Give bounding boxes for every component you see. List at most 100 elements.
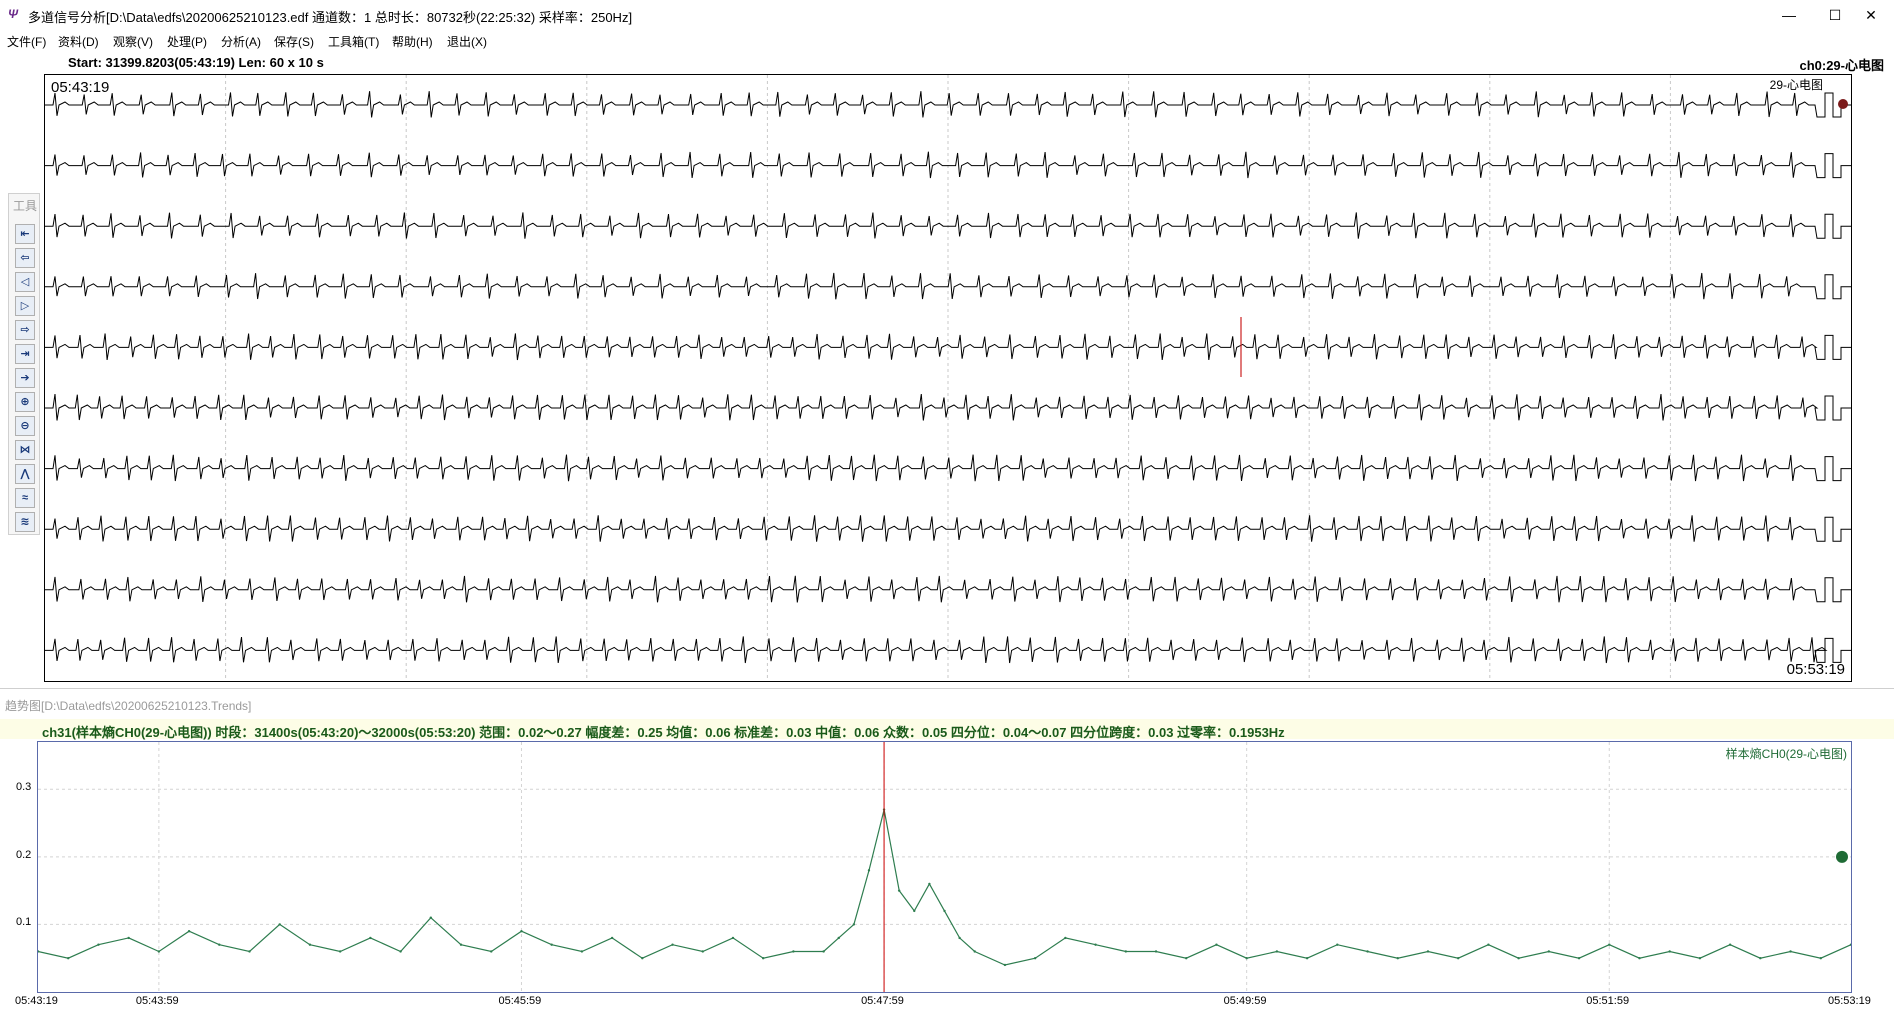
amplify-icon[interactable]: ≈ — [15, 488, 35, 508]
step-forward-icon[interactable]: ▷ — [15, 296, 35, 316]
trend-data-point — [762, 957, 765, 960]
ecg-trace-row — [45, 272, 1851, 300]
last-page-icon[interactable]: ➔ — [15, 368, 35, 388]
trend-series-label: 样本熵CH0(29-心电图) — [1725, 747, 1847, 761]
menu-help[interactable]: 帮助(H) — [392, 33, 433, 50]
trend-data-point — [1668, 950, 1671, 953]
trend-data-point — [1426, 950, 1430, 953]
zoom-in-icon[interactable]: ⊕ — [15, 392, 35, 412]
x-tick-label: 05:45:59 — [498, 995, 542, 1007]
trend-stats-text: ch31(样本熵CH0(29-心电图)) 时段：31400s(05:43:20)… — [42, 725, 1285, 740]
trend-data-point — [943, 909, 946, 913]
trend-chart-panel[interactable]: 样本熵CH0(29-心电图) — [37, 741, 1852, 993]
toolbox-title: 工具 — [13, 199, 38, 213]
trend-stats-bar: ch31(样本熵CH0(29-心电图)) 时段：31400s(05:43:20)… — [0, 719, 1894, 740]
trend-data-point — [1608, 943, 1611, 946]
trend-data-point — [1305, 957, 1309, 960]
trend-data-point — [1185, 957, 1188, 960]
menu-save[interactable]: 保存(S) — [274, 33, 314, 50]
ecg-end-time: 05:53:19 — [1786, 661, 1845, 678]
ecg-channel-label: 29-心电图 — [1769, 78, 1823, 92]
trend-data-point — [1728, 943, 1732, 946]
trend-chart[interactable] — [38, 742, 1851, 992]
trend-data-point — [97, 943, 100, 946]
compress-icon[interactable]: ⋈ — [15, 440, 35, 460]
y-tick-label: 0.1 — [16, 916, 32, 929]
menu-file[interactable]: 文件(F) — [7, 33, 46, 50]
trend-data-point — [1275, 950, 1279, 953]
next-page-icon[interactable]: ⇨ — [15, 320, 35, 340]
menu-data[interactable]: 资料(D) — [58, 33, 99, 50]
trend-data-point — [248, 950, 251, 953]
x-tick-label: 05:43:19 — [15, 995, 58, 1007]
x-tick-label: 05:47:59 — [861, 995, 904, 1007]
minimize-button[interactable]: — — [1766, 3, 1812, 27]
trend-data-point — [1456, 957, 1460, 960]
toolbox-panel: 工具 ⇤ ⇦ ◁ ▷ ⇨ ⇥ ➔ ⊕ ⊖ ⋈ ⋀ ≈ ≋ — [8, 193, 40, 535]
trend-data-point — [913, 909, 916, 913]
trend-data-point — [1547, 950, 1551, 953]
trend-data-point — [1124, 950, 1128, 953]
trend-data-point — [973, 950, 976, 953]
panel-divider[interactable] — [0, 688, 1894, 689]
trend-data-point — [278, 923, 281, 926]
trend-data-point — [897, 889, 901, 892]
trend-data-point — [429, 916, 433, 919]
ecg-channel-info: ch0:29-心电图 — [1799, 58, 1884, 73]
trend-data-point — [1064, 936, 1067, 940]
trend-end-marker — [1836, 850, 1848, 863]
trend-data-point — [1094, 943, 1097, 946]
trend-data-point — [187, 929, 191, 933]
ecg-start-time: 05:43:19 — [51, 79, 110, 96]
trend-data-point — [1366, 950, 1369, 953]
trend-data-point — [1336, 943, 1339, 946]
trend-data-point — [520, 929, 523, 933]
zoom-out-icon[interactable]: ⊖ — [15, 416, 35, 436]
trend-data-point — [1789, 950, 1792, 953]
trend-data-point — [1759, 957, 1762, 960]
trend-data-point — [837, 936, 840, 940]
filter-icon[interactable]: ≋ — [15, 512, 35, 532]
x-tick-label: 05:51:59 — [1586, 995, 1630, 1007]
trend-data-point — [369, 936, 372, 940]
ecg-start-info: Start: 31399.8203(05:43:19) Len: 60 x 10… — [68, 55, 324, 70]
trend-data-point — [550, 943, 553, 946]
trend-title: 趋势图[D:\Data\edfs\20200625210123.Trends] — [5, 699, 252, 713]
menu-process[interactable]: 处理(P) — [167, 33, 207, 50]
prev-page-icon[interactable]: ⇦ — [15, 248, 35, 268]
ecg-waveform-canvas[interactable] — [45, 75, 1851, 681]
menu-bar: 文件(F) 资料(D) 观察(V) 处理(P) 分析(A) 保存(S) 工具箱(… — [0, 30, 1894, 52]
menu-toolbox[interactable]: 工具箱(T) — [328, 33, 379, 50]
trend-data-point — [671, 943, 674, 946]
trend-data-point — [1517, 957, 1520, 960]
trend-data-point — [610, 936, 614, 940]
menu-analyze[interactable]: 分析(A) — [221, 33, 261, 50]
trend-data-point — [1396, 957, 1399, 960]
trend-data-point — [1215, 943, 1218, 946]
trend-series-line — [38, 809, 1851, 966]
trend-data-point — [1003, 963, 1007, 967]
trend-data-point — [1033, 957, 1037, 960]
trend-data-point — [67, 957, 70, 960]
peak-icon[interactable]: ⋀ — [15, 464, 35, 484]
trend-data-point — [958, 936, 961, 940]
x-tick-label: 05:53:19 — [1828, 995, 1871, 1007]
menu-view[interactable]: 观察(V) — [113, 33, 153, 50]
forward-page-icon[interactable]: ⇥ — [15, 344, 35, 364]
y-tick-label: 0.2 — [16, 848, 32, 861]
ecg-cursor-dot — [1838, 99, 1848, 109]
trend-data-point — [1638, 957, 1641, 960]
trend-data-point — [852, 923, 856, 926]
trend-data-point — [731, 936, 735, 940]
ecg-waveform-panel[interactable]: 05:43:19 29-心电图 05:53:19 — [44, 74, 1852, 682]
x-tick-label: 05:43:59 — [135, 995, 179, 1007]
close-button[interactable]: ✕ — [1848, 3, 1894, 27]
trend-data-point — [308, 943, 312, 946]
menu-exit[interactable]: 退出(X) — [447, 33, 487, 50]
step-back-icon[interactable]: ◁ — [15, 272, 35, 292]
window-title: 多道信号分析[D:\Data\edfs\20200625210123.edf 通… — [28, 10, 633, 25]
trend-data-point — [928, 882, 931, 886]
first-page-icon[interactable]: ⇤ — [15, 224, 35, 244]
trend-data-point — [127, 936, 130, 940]
trend-data-point — [701, 950, 704, 953]
